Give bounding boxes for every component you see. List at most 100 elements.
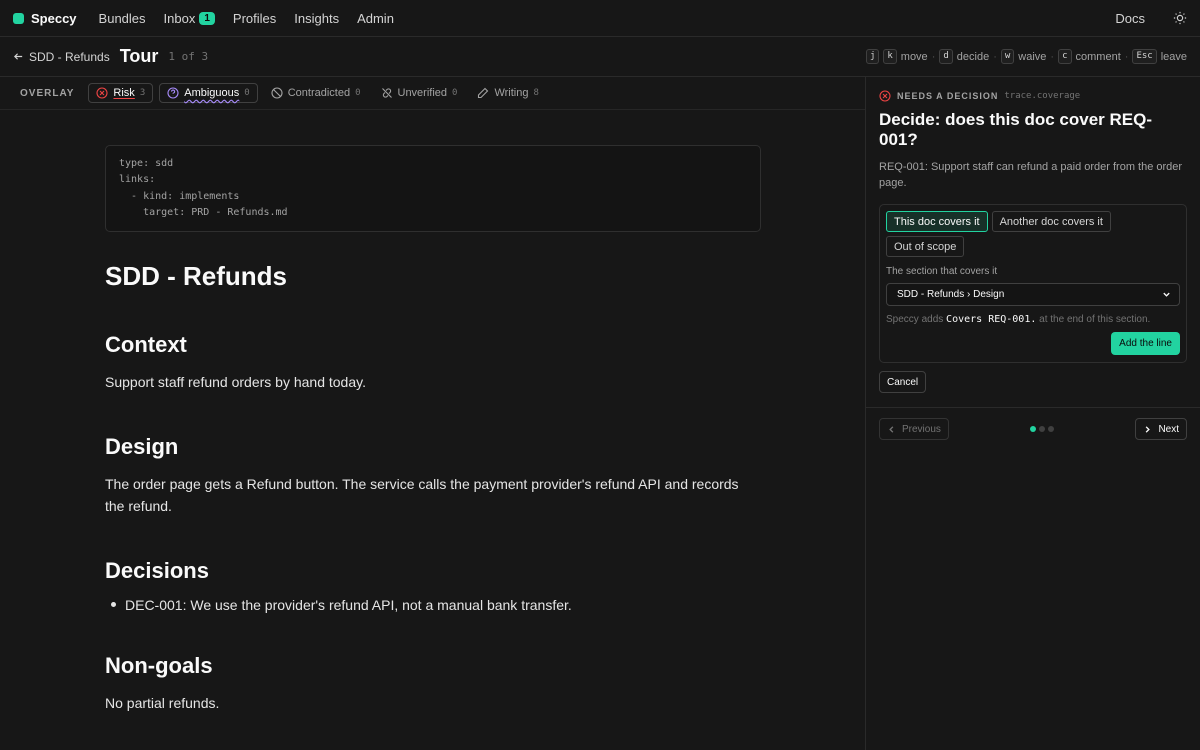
overlay-chip-writing[interactable]: Writing 8 [470,83,545,103]
shortcut-leave-label: leave [1160,50,1187,63]
bullet-icon [111,602,116,608]
list-item: DEC-001: We use the provider's refund AP… [105,597,760,613]
step-dot[interactable] [1039,426,1046,432]
design-text: The order page gets a Refund button. The… [105,475,739,515]
section-select[interactable]: SDD - Refunds › Design [886,283,1180,306]
decisions-heading: Decisions [105,557,209,583]
brand-logo[interactable]: Speccy [13,11,77,26]
x-circle-icon [96,87,108,99]
shortcut-waive-label: waive [1018,50,1047,63]
frontmatter-block: type: sdd links: - kind: implements targ… [105,145,761,233]
nav-docs[interactable]: Docs [1115,11,1145,26]
overlay-label: OVERLAY [20,87,75,99]
inbox-count-badge: 1 [199,11,215,25]
nongoals-text: No partial refunds. [105,694,220,711]
link-off-icon [381,88,392,98]
section-select-label: The section that covers it [886,266,998,277]
next-label: Next [1158,423,1179,435]
shortcut-comment-label: comment [1075,50,1121,63]
overlay-chip-unverified-label: Unverified [397,87,448,99]
overlay-chip-contradicted-count: 0 [355,88,361,98]
keyboard-shortcuts: j k move · d decide · w waive · c commen… [865,49,1187,64]
cancel-button[interactable]: Cancel [879,371,927,393]
section-select-value: SDD - Refunds › Design [897,289,1005,300]
overlay-chip-ambiguous-label: Ambiguous [184,87,240,99]
step-dot[interactable] [1048,426,1055,432]
adds-hint-code: Covers REQ-001. [946,314,1037,325]
question-circle-icon [167,87,179,99]
decision-options: This doc covers it Another doc covers it… [886,211,1180,257]
kbd-d: d [939,49,953,64]
kbd-k: k [883,49,897,64]
nav-inbox[interactable]: Inbox 1 [164,11,215,26]
overlay-chip-ambiguous[interactable]: Ambiguous 0 [159,83,258,103]
needs-decision-label: NEEDS A DECISION [897,91,999,101]
kbd-esc: Esc [1132,49,1157,64]
shortcut-decide-label: decide [956,50,990,63]
option-out-of-scope[interactable]: Out of scope [886,236,965,257]
context-text: Support staff refund orders by hand toda… [105,374,366,391]
step-dot[interactable] [1030,426,1037,432]
tour-bar: SDD - Refunds Tour 1 of 3 j k move · d d… [0,37,1200,77]
overlay-bar: OVERLAY Risk 3 Ambiguous 0 Contradicted … [0,77,865,110]
overlay-chip-contradicted-label: Contradicted [287,87,351,99]
overlay-chip-risk-label: Risk [113,87,135,99]
step-dots [1030,426,1055,432]
ban-icon [271,87,283,99]
overlay-chip-ambiguous-count: 0 [244,88,250,98]
nav-admin[interactable]: Admin [357,11,394,26]
arrow-left-icon [13,53,23,60]
decision-card: This doc covers it Another doc covers it… [879,204,1187,363]
overlay-chip-writing-label: Writing [494,87,529,99]
overlay-chip-contradicted[interactable]: Contradicted 0 [264,83,368,103]
decision-panel: NEEDS A DECISION trace.coverage Decide: … [866,77,1200,750]
kbd-c: c [1058,49,1072,64]
shortcut-move-label: move [900,50,928,63]
option-another-doc-covers[interactable]: Another doc covers it [991,211,1111,232]
adds-hint: Speccy adds Covers REQ-001. at the end o… [886,314,1180,325]
chevron-right-icon [1146,425,1151,433]
add-line-button[interactable]: Add the line [1111,332,1180,355]
option-this-doc-covers[interactable]: This doc covers it [886,211,988,232]
back-link-label: SDD - Refunds [29,49,110,64]
overlay-chip-risk[interactable]: Risk 3 [88,83,154,103]
top-nav: Speccy Bundles Inbox 1 Profiles Insights… [0,0,1200,37]
document-pane: OVERLAY Risk 3 Ambiguous 0 Contradicted … [0,77,866,750]
tour-pager: Previous Next [866,407,1200,450]
x-circle-icon [879,90,891,102]
nongoals-heading: Non-goals [105,652,213,678]
tour-title: Tour [119,46,159,66]
brand-icon [13,12,24,24]
adds-hint-suffix: at the end of this section. [1039,314,1151,325]
back-link[interactable]: SDD - Refunds [13,50,110,64]
previous-label: Previous [902,423,941,435]
decision-title: Decide: does this doc cover REQ-001? [879,110,1153,149]
document-content: type: sdd links: - kind: implements targ… [0,110,865,714]
previous-button[interactable]: Previous [879,418,949,440]
needs-decision-header: NEEDS A DECISION trace.coverage [879,90,1187,102]
overlay-chip-unverified[interactable]: Unverified 0 [374,83,465,103]
context-heading: Context [105,332,187,358]
overlay-chip-risk-count: 3 [139,88,146,98]
tour-count: 1 of 3 [168,50,209,63]
check-tag: trace.coverage [1004,91,1081,101]
design-heading: Design [105,433,179,459]
adds-hint-prefix: Speccy adds [886,314,944,325]
next-button[interactable]: Next [1135,418,1187,440]
nav-insights[interactable]: Insights [294,11,339,26]
pencil-icon [478,87,489,99]
nav-bundles[interactable]: Bundles [99,11,146,26]
overlay-chip-unverified-count: 0 [452,88,458,98]
chevron-left-icon [889,425,894,433]
decision-item-text: DEC-001: We use the provider's refund AP… [125,596,572,613]
requirement-text: REQ-001: Support staff can refund a paid… [879,161,1183,189]
chevron-down-icon [1163,292,1170,297]
brand-name: Speccy [31,10,77,26]
document-title: SDD - Refunds [105,261,287,292]
overlay-chip-writing-count: 8 [533,88,539,98]
nav-inbox-label: Inbox [163,10,196,26]
sun-icon[interactable] [1173,11,1187,25]
kbd-w: w [1000,49,1015,64]
nav-profiles[interactable]: Profiles [233,11,276,26]
kbd-j: j [865,49,880,64]
